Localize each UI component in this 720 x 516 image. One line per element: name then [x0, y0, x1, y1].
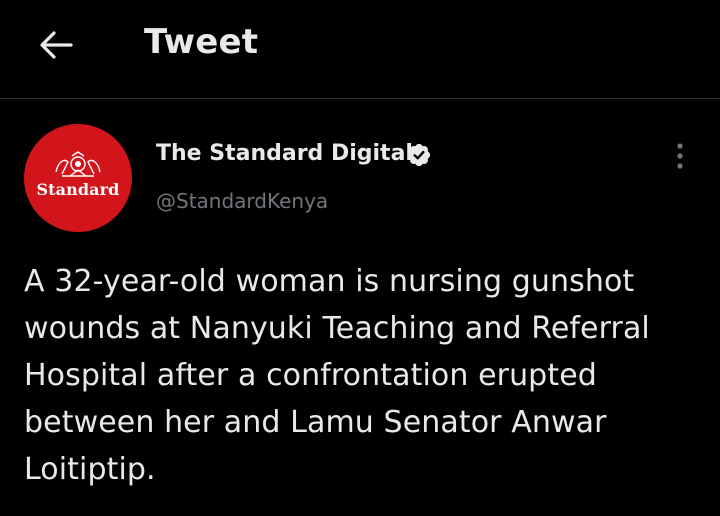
arrow-left-icon	[40, 31, 73, 59]
avatar-logo-text: Standard	[36, 180, 120, 199]
tweet-text: A 32-year-old woman is nursing gunshot w…	[24, 264, 650, 487]
top-bar: Tweet	[0, 0, 720, 99]
avatar[interactable]: Standard	[24, 124, 132, 232]
more-vertical-icon	[677, 143, 683, 169]
crest-logo-icon	[55, 151, 101, 177]
back-button[interactable]	[33, 24, 79, 66]
author-display-name[interactable]: The Standard Digital	[156, 141, 413, 166]
more-options-button[interactable]	[664, 140, 696, 172]
page-title: Tweet	[144, 22, 259, 62]
verified-badge-icon	[407, 143, 431, 167]
author-handle[interactable]: @StandardKenya	[156, 189, 328, 213]
